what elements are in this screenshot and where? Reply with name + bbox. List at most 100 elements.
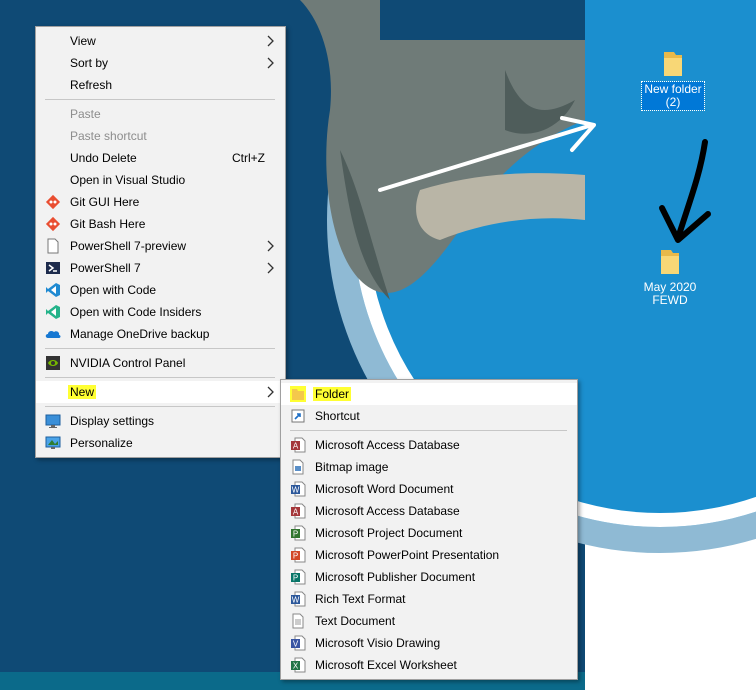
menu-item-label: Sort by (70, 56, 109, 70)
vscode-icon (46, 283, 60, 297)
svg-text:P: P (293, 552, 298, 561)
submenu-item-excel[interactable]: X Microsoft Excel Worksheet (281, 654, 577, 676)
menu-item-powershell-preview[interactable]: PowerShell 7-preview (36, 235, 285, 257)
folder-icon (664, 52, 682, 76)
menu-item-personalize[interactable]: Personalize (36, 432, 285, 454)
menu-item-git-bash[interactable]: Git Bash Here (36, 213, 285, 235)
nvidia-icon (46, 356, 60, 370)
git-icon (45, 216, 61, 232)
access-icon: A (291, 503, 306, 519)
menu-item-label: Microsoft Excel Worksheet (315, 658, 457, 672)
folder-icon (290, 386, 306, 402)
publisher-icon: P (291, 569, 306, 585)
rich-text-icon: W (291, 591, 306, 607)
submenu-item-text-document[interactable]: Text Document (281, 610, 577, 632)
svg-text:P: P (293, 574, 298, 583)
chevron-right-icon (267, 386, 274, 398)
menu-item-label: Microsoft PowerPoint Presentation (315, 548, 500, 562)
submenu-item-access-database-2[interactable]: A Microsoft Access Database (281, 500, 577, 522)
chevron-right-icon (267, 35, 274, 47)
menu-item-undo-delete[interactable]: Undo Delete Ctrl+Z (36, 147, 285, 169)
menu-item-label: Microsoft Visio Drawing (315, 636, 441, 650)
access-icon: A (291, 437, 306, 453)
menu-item-label: Bitmap image (315, 460, 389, 474)
menu-item-sort-by[interactable]: Sort by (36, 52, 285, 74)
submenu-item-publisher[interactable]: P Microsoft Publisher Document (281, 566, 577, 588)
git-icon (45, 194, 61, 210)
desktop-icon-label: May 2020 FEWD (643, 280, 697, 307)
menu-item-label: PowerShell 7 (70, 261, 141, 275)
desktop-context-menu: View Sort by Refresh Paste Paste shortcu… (35, 26, 286, 458)
submenu-item-access-database[interactable]: A Microsoft Access Database (281, 434, 577, 456)
menu-item-label: Open with Code Insiders (70, 305, 202, 319)
bitmap-icon (292, 459, 304, 475)
submenu-item-bitmap[interactable]: Bitmap image (281, 456, 577, 478)
menu-item-label: New (68, 385, 97, 399)
menu-item-new[interactable]: New (36, 381, 285, 403)
submenu-item-folder[interactable]: Folder (281, 383, 577, 405)
menu-item-label: Undo Delete (70, 151, 137, 165)
new-submenu: Folder Shortcut A Microsoft Access Datab… (280, 379, 578, 680)
menu-item-label: Personalize (70, 436, 133, 450)
menu-item-display-settings[interactable]: Display settings (36, 410, 285, 432)
menu-item-paste-shortcut: Paste shortcut (36, 125, 285, 147)
svg-text:V: V (293, 640, 299, 649)
menu-item-label: Display settings (70, 414, 155, 428)
keyboard-shortcut: Ctrl+Z (232, 151, 265, 165)
desktop-icon-label: New folder (2) (641, 81, 705, 111)
menu-item-open-with-code[interactable]: Open with Code (36, 279, 285, 301)
menu-item-label: View (70, 34, 96, 48)
menu-item-label: Git GUI Here (70, 195, 140, 209)
menu-item-label: Paste shortcut (70, 129, 147, 143)
menu-item-label: Microsoft Access Database (315, 504, 460, 518)
menu-separator (45, 377, 275, 378)
shortcut-icon (291, 409, 305, 423)
menu-item-label: Microsoft Project Document (315, 526, 463, 540)
menu-item-label: Microsoft Word Document (315, 482, 454, 496)
menu-item-label: Rich Text Format (315, 592, 406, 606)
chevron-right-icon (267, 57, 274, 69)
menu-item-label: Paste (70, 107, 101, 121)
desktop-icon-may-2020-fewd[interactable]: May 2020 FEWD (634, 248, 706, 308)
svg-text:A: A (293, 508, 299, 517)
onedrive-icon (45, 330, 61, 338)
file-icon (47, 238, 59, 254)
menu-item-onedrive[interactable]: Manage OneDrive backup (36, 323, 285, 345)
menu-separator (290, 430, 567, 431)
svg-text:P: P (293, 530, 298, 539)
word-icon: W (291, 481, 306, 497)
svg-text:X: X (293, 662, 299, 671)
svg-text:A: A (293, 442, 299, 451)
powerpoint-icon: P (291, 547, 306, 563)
menu-item-label: Manage OneDrive backup (70, 327, 210, 341)
menu-item-label: Text Document (315, 614, 396, 628)
menu-item-open-visual-studio[interactable]: Open in Visual Studio (36, 169, 285, 191)
menu-separator (45, 406, 275, 407)
submenu-item-shortcut[interactable]: Shortcut (281, 405, 577, 427)
visio-icon: V (291, 635, 306, 651)
menu-item-open-with-code-insiders[interactable]: Open with Code Insiders (36, 301, 285, 323)
menu-item-git-gui[interactable]: Git GUI Here (36, 191, 285, 213)
menu-item-view[interactable]: View (36, 30, 285, 52)
menu-item-label: Shortcut (315, 409, 360, 423)
svg-text:W: W (292, 596, 300, 605)
desktop-icon-new-folder[interactable]: New folder (2) (637, 50, 709, 111)
menu-item-powershell[interactable]: PowerShell 7 (36, 257, 285, 279)
menu-item-refresh[interactable]: Refresh (36, 74, 285, 96)
menu-separator (45, 348, 275, 349)
chevron-right-icon (267, 240, 274, 252)
excel-icon: X (291, 657, 306, 673)
menu-item-nvidia[interactable]: NVIDIA Control Panel (36, 352, 285, 374)
submenu-item-word[interactable]: W Microsoft Word Document (281, 478, 577, 500)
submenu-item-rich-text[interactable]: W Rich Text Format (281, 588, 577, 610)
menu-item-label: Git Bash Here (70, 217, 146, 231)
menu-item-label: Microsoft Publisher Document (315, 570, 476, 584)
menu-separator (45, 99, 275, 100)
submenu-item-visio[interactable]: V Microsoft Visio Drawing (281, 632, 577, 654)
text-document-icon (292, 613, 304, 629)
menu-item-label: Folder (313, 387, 352, 401)
submenu-item-project[interactable]: P Microsoft Project Document (281, 522, 577, 544)
submenu-item-powerpoint[interactable]: P Microsoft PowerPoint Presentation (281, 544, 577, 566)
chevron-right-icon (267, 262, 274, 274)
menu-item-label: Microsoft Access Database (315, 438, 460, 452)
